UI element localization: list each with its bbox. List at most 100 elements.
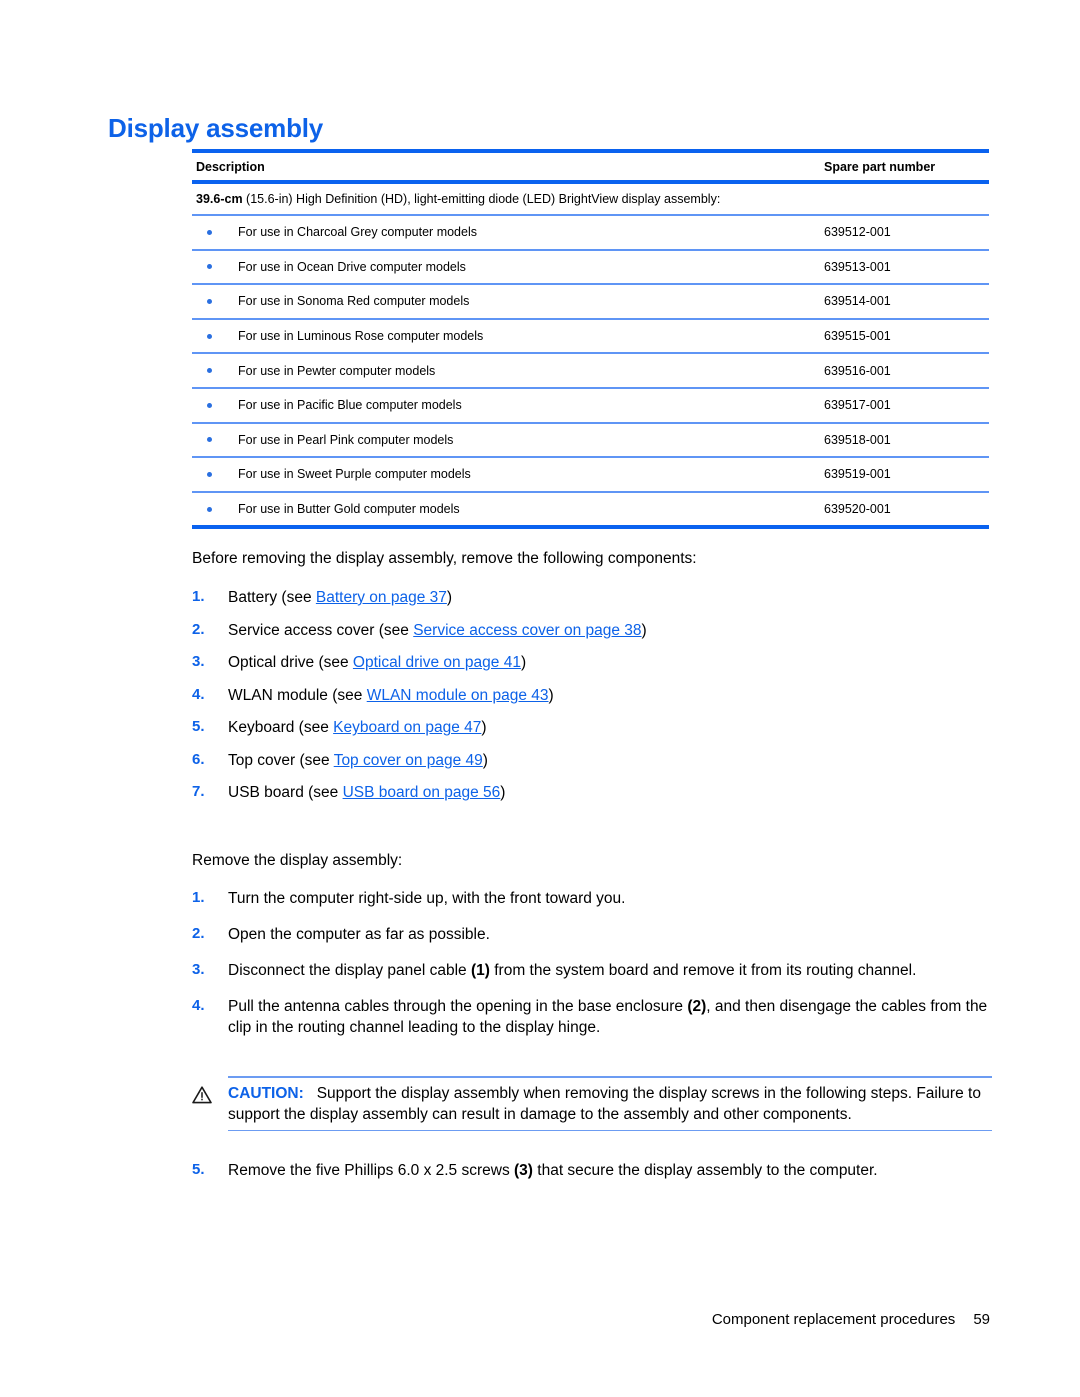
step-text-post: from the system board and remove it from… [489,962,917,980]
prerequisite-text-pre: USB board (see [228,784,343,802]
bullet-icon [207,229,212,235]
footer-title: Component replacement procedures [711,1311,956,1328]
prerequisite-text: Service access cover (see Service access… [228,620,992,641]
prerequisite-text-post: ) [548,686,554,704]
bullet-icon [207,437,212,443]
prerequisite-text-post: ) [482,751,488,769]
procedure-steps-wrap: 1. Turn the computer right-side up, with … [192,888,992,1053]
cross-reference-link[interactable]: USB board on page 56 [343,784,501,801]
table-header-row: Description Spare part number [192,153,989,180]
table-cell-description-text: For use in Sonoma Red computer models [238,294,470,309]
table-cell-part-number: 639513-001 [824,259,891,274]
table-cell-part-number: 639514-001 [824,294,891,309]
document-page: Display assembly Description Spare part … [0,0,1080,1397]
group-label-text: (15.6-in) High Definition (HD), light-em… [242,192,721,206]
bullet-icon [207,264,212,270]
procedure-intro: Remove the display assembly: [192,852,403,869]
table-cell-description-text: For use in Luminous Rose computer models [238,329,484,344]
cross-reference-link[interactable]: Service access cover on page 38 [413,622,641,639]
table-cell-part-number: 639520-001 [824,502,891,517]
table-cell-part-number: 639519-001 [824,467,891,482]
table-cell-part-number: 639516-001 [824,363,891,378]
step-number: 1. [192,889,205,906]
step-number: 7. [192,783,205,801]
table-cell-description: For use in Pearl Pink computer models [192,433,824,447]
table-body: For use in Charcoal Grey computer models… [192,214,989,525]
table-cell-description: For use in Sweet Purple computer models [192,467,824,481]
table-cell-part-number: 639512-001 [824,225,891,240]
table-cell-description-text: For use in Sweet Purple computer models [238,467,471,482]
prerequisite-text-post: ) [500,784,506,802]
table-cell-description-text: For use in Ocean Drive computer models [238,259,466,274]
cross-reference-link[interactable]: Battery on page 37 [316,589,447,606]
step-text: Disconnect the display panel cable (1) f… [228,960,992,981]
prerequisite-item: 1. Battery (see Battery on page 37) [192,587,992,608]
table-row: For use in Ocean Drive computer models 63… [192,251,989,284]
bullet-icon [207,506,212,512]
prerequisites-section: Before removing the display assembly, re… [192,549,992,570]
caution-label: CAUTION: [228,1084,304,1102]
group-label-measure: 39.6-cm [196,192,243,206]
step-number: 1. [192,588,205,605]
step-text: Open the computer as far as possible. [228,926,490,944]
procedure-step: 1. Turn the computer right-side up, with … [192,888,992,909]
table-row: For use in Luminous Rose computer models… [192,320,989,353]
column-header-description: Description [196,159,265,174]
table-cell-description-text: For use in Pewter computer models [238,363,436,378]
table-cell-description: For use in Pewter computer models [192,364,824,378]
step-text-pre: Pull the antenna cables through the open… [228,998,688,1016]
callout-marker: (1) [470,962,490,980]
bullet-icon [207,402,212,408]
table-cell-description-text: For use in Charcoal Grey computer models [238,225,477,240]
table-row: For use in Sonoma Red computer models 639… [192,285,989,318]
prerequisite-item: 6. Top cover (see Top cover on page 49) [192,750,992,771]
prerequisite-text-post: ) [641,621,647,639]
table-row: For use in Charcoal Grey computer models… [192,216,989,249]
prerequisite-text: Optical drive (see Optical drive on page… [228,652,992,673]
cross-reference-link[interactable]: WLAN module on page 43 [367,687,549,704]
bullet-icon [207,471,212,477]
procedure-steps-list: 1. Turn the computer right-side up, with … [192,888,992,1038]
step-number: 2. [192,620,205,638]
prerequisite-text: USB board (see USB board on page 56) [228,782,992,803]
prerequisite-text-post: ) [446,589,453,606]
prerequisite-text: WLAN module (see WLAN module on page 43) [228,685,992,706]
callout-marker: (2) [687,998,707,1016]
table-row: For use in Sweet Purple computer models 6… [192,458,989,491]
table-cell-description-text: For use in Pacific Blue computer models [238,398,462,413]
prerequisite-text-post: ) [481,719,487,737]
table-cell-description-text: For use in Butter Gold computer models [238,502,460,517]
step-number: 3. [192,961,205,979]
prerequisites-list-wrap: 1. Battery (see Battery on page 37) 2. Serv… [192,587,992,815]
prerequisites-intro: Before removing the display assembly, re… [192,550,697,567]
step-number: 5. [192,718,205,736]
prerequisite-text-pre: Top cover (see [228,751,334,769]
cross-reference-link[interactable]: Keyboard on page 47 [333,719,481,736]
table-bottom-rule [192,525,989,530]
prerequisite-text-pre: Keyboard (see [228,719,334,737]
prerequisite-text: Keyboard (see Keyboard on page 47) [228,717,992,738]
table-row: For use in Pewter computer models 639516-… [192,354,989,387]
caution-bottom-rule [228,1129,992,1132]
caution-message: Support the display assembly when removi… [228,1084,981,1123]
step-number: 6. [192,750,205,768]
prerequisite-item: 4. WLAN module (see WLAN module on page 4… [192,685,992,706]
prerequisite-text-post: ) [520,654,527,672]
table-cell-description: For use in Charcoal Grey computer models [192,225,824,239]
prerequisite-item: 5. Keyboard (see Keyboard on page 47) [192,717,992,738]
prerequisites-list: 1. Battery (see Battery on page 37) 2. Serv… [192,587,992,804]
prerequisite-text-pre: WLAN module (see [228,686,367,704]
footer-page-number: 59 [973,1311,990,1328]
prerequisite-item: 7. USB board (see USB board on page 56) [192,782,992,803]
caution-box: CAUTION: Support the display assembly wh… [192,1076,992,1132]
table-group-row: 39.6-cm (15.6-in) High Definition (HD), … [192,184,989,214]
cross-reference-link[interactable]: Optical drive on page 41 [353,654,521,671]
table-cell-description-text: For use in Pearl Pink computer models [238,432,454,447]
prerequisite-text-pre: Battery (see [228,589,316,606]
procedure-intro-wrap: Remove the display assembly: [192,851,992,872]
cross-reference-link[interactable]: Top cover on page 49 [334,752,483,769]
bullet-icon [207,298,212,304]
step-text-post: that secure the display assembly to the … [532,1162,878,1179]
prerequisite-text-pre: Service access cover (see [228,621,414,639]
bullet-icon [207,368,212,374]
